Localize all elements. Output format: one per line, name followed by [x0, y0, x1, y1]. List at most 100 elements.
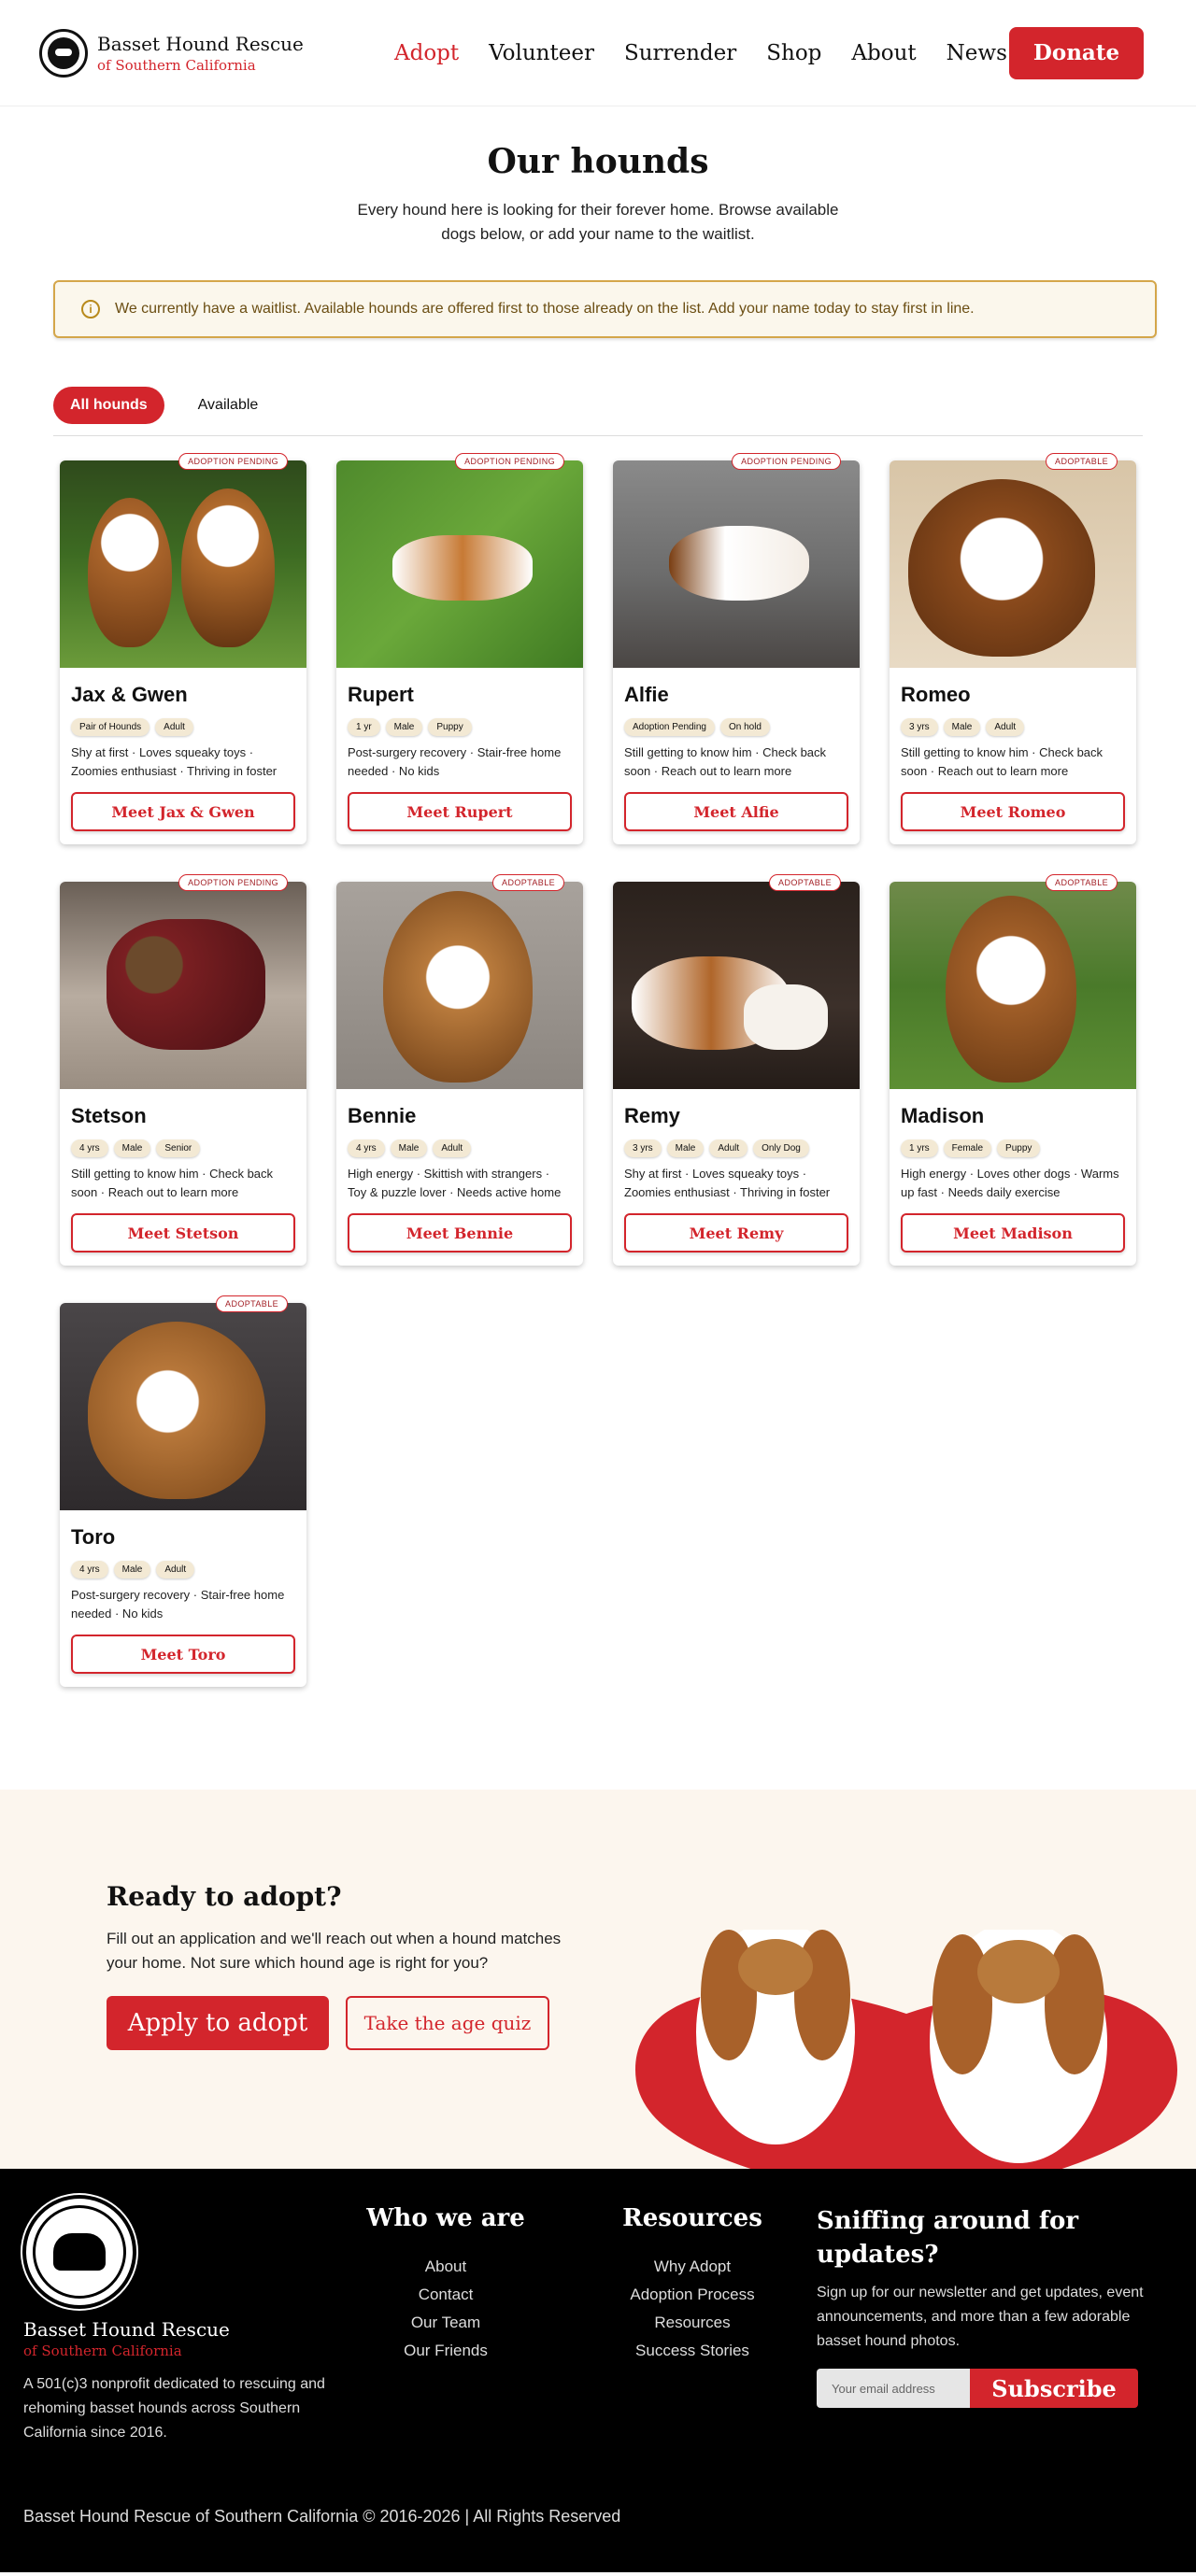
site-header: Basset Hound Rescue of Southern Californ… [0, 0, 1196, 106]
meet-hound-button[interactable]: Meet Jax & Gwen [71, 792, 295, 831]
nav-shop[interactable]: Shop [766, 41, 821, 65]
meet-hound-button[interactable]: Meet Alfie [624, 792, 848, 831]
site-footer: Basset Hound Rescue of Southern Californ… [0, 2169, 1196, 2572]
filter-tabs: All hounds Available [53, 387, 1143, 436]
hound-photo[interactable] [60, 882, 306, 1089]
intro-section: Our hounds Every hound here is looking f… [0, 106, 1196, 247]
hound-description: Post-surgery recovery · Stair-free home … [71, 1588, 285, 1621]
footer-link-resources[interactable]: Resources [613, 2309, 772, 2337]
site-logo[interactable]: Basset Hound Rescue of Southern Californ… [39, 28, 320, 78]
hound-description: Still getting to know him · Check back s… [624, 745, 827, 778]
hound-description: High energy · Skittish with strangers · … [348, 1167, 562, 1199]
meet-hound-button[interactable]: Meet Madison [901, 1213, 1125, 1253]
hound-description: Shy at first · Loves squeaky toys · Zoom… [71, 745, 278, 778]
meet-hound-button[interactable]: Meet Toro [71, 1635, 295, 1674]
nav-surrender[interactable]: Surrender [624, 41, 736, 65]
newsletter-title: Sniffing around for updates? [817, 2207, 1079, 2269]
status-badge: ADOPTION PENDING [178, 874, 288, 891]
hound-tag: Male [113, 1561, 151, 1578]
hound-card: ADOPTABLE Madison 1 yrs Female Puppy Hig… [890, 874, 1136, 1266]
hound-name: Stetson [71, 1104, 147, 1127]
footer-who-we-are: Who we are About Contact Our Team Our Fr… [366, 2204, 525, 2365]
hound-tag: 3 yrs [901, 718, 938, 736]
hound-tag: Adult [155, 718, 193, 736]
page-title: Our hounds [487, 142, 709, 181]
logo-name: Basset Hound Rescue [97, 32, 304, 55]
meet-hound-button[interactable]: Meet Romeo [901, 792, 1125, 831]
cta-text: Fill out an application and we'll reach … [107, 1930, 562, 1972]
meet-hound-button[interactable]: Meet Bennie [348, 1213, 572, 1253]
hound-tag: Male [943, 718, 981, 736]
notice-text: We currently have a waitlist. Available … [115, 301, 975, 317]
meet-hound-button[interactable]: Meet Stetson [71, 1213, 295, 1253]
hound-photo[interactable] [60, 460, 306, 668]
hound-tag: 4 yrs [71, 1561, 108, 1578]
hound-name: Remy [624, 1104, 680, 1127]
hound-photo[interactable] [60, 1303, 306, 1510]
footer-link-about[interactable]: About [366, 2253, 525, 2281]
apply-to-adopt-button[interactable]: Apply to adopt [107, 1996, 329, 2050]
donate-button[interactable]: Donate [1009, 26, 1144, 79]
hound-name: Romeo [901, 683, 971, 706]
hound-tag: 4 yrs [71, 1139, 108, 1157]
nav-adopt[interactable]: Adopt [394, 41, 459, 65]
hound-tag: Male [390, 1139, 428, 1157]
logo-seal-icon [39, 28, 88, 78]
hound-photo[interactable] [890, 882, 1136, 1089]
hound-tag: Male [385, 718, 423, 736]
footer-brand-subtitle: of Southern California [23, 2342, 182, 2359]
footer-logo-seal-icon[interactable] [22, 2195, 136, 2309]
heart-hounds-illustration [635, 1930, 1177, 2169]
meet-hound-button[interactable]: Meet Remy [624, 1213, 848, 1253]
status-badge: ADOPTABLE [1046, 453, 1118, 470]
footer-link-adoption-process[interactable]: Adoption Process [613, 2281, 772, 2309]
hound-photo[interactable] [336, 882, 583, 1089]
hound-tag: 1 yrs [901, 1139, 938, 1157]
hound-tag: On hold [719, 718, 770, 736]
hound-tag: Adult [433, 1139, 472, 1157]
footer-about-text: A 501(c)3 nonprofit dedicated to rescuin… [23, 2376, 325, 2441]
hound-photo[interactable] [890, 460, 1136, 668]
hound-tag: 3 yrs [624, 1139, 662, 1157]
hound-description: Still getting to know him · Check back s… [71, 1167, 274, 1199]
nav-about[interactable]: About [851, 41, 916, 65]
nav-volunteer[interactable]: Volunteer [489, 41, 594, 65]
footer-col-title: Resources [622, 2204, 762, 2232]
hound-tag: 4 yrs [348, 1139, 385, 1157]
footer-link-contact[interactable]: Contact [366, 2281, 525, 2309]
email-input[interactable]: Your email address [817, 2369, 970, 2408]
status-badge: ADOPTABLE [492, 874, 564, 891]
hound-tag: Pair of Hounds [71, 718, 150, 736]
hound-tag: Male [113, 1139, 151, 1157]
footer-link-our-team[interactable]: Our Team [366, 2309, 525, 2337]
hound-description: High energy · Loves other dogs · Warms u… [901, 1167, 1119, 1199]
footer-link-why-adopt[interactable]: Why Adopt [613, 2253, 772, 2281]
hound-tag: Adoption Pending [624, 718, 715, 736]
hound-photo[interactable] [336, 460, 583, 668]
hound-description: Shy at first · Loves squeaky toys · Zoom… [624, 1167, 831, 1199]
status-badge: ADOPTABLE [1046, 874, 1118, 891]
footer-link-our-friends[interactable]: Our Friends [366, 2337, 525, 2365]
filter-available[interactable]: Available [181, 387, 276, 424]
waitlist-notice: i We currently have a waitlist. Availabl… [53, 280, 1157, 338]
hound-name: Rupert [348, 683, 414, 706]
hounds-grid: ADOPTION PENDING Jax & Gwen Pair of Houn… [60, 453, 1196, 1687]
hound-tag: Adult [709, 1139, 748, 1157]
hound-tag: 1 yr [348, 718, 380, 736]
hound-photo[interactable] [613, 882, 860, 1089]
meet-hound-button[interactable]: Meet Rupert [348, 792, 572, 831]
footer-link-success-stories[interactable]: Success Stories [613, 2337, 772, 2365]
copyright-text: Basset Hound Rescue of Southern Californ… [23, 2507, 621, 2526]
filter-all-hounds[interactable]: All hounds [53, 387, 164, 424]
subscribe-button[interactable]: Subscribe [970, 2369, 1138, 2408]
age-quiz-button[interactable]: Take the age quiz [346, 1996, 549, 2050]
hound-description: Post-surgery recovery · Stair-free home … [348, 745, 562, 778]
nav-news[interactable]: News [947, 41, 1007, 65]
cta-title: Ready to adopt? [107, 1881, 342, 1912]
hound-name: Madison [901, 1104, 985, 1127]
hound-card: ADOPTABLE Bennie 4 yrs Male Adult High e… [336, 874, 583, 1266]
hound-photo[interactable] [613, 460, 860, 668]
hound-name: Bennie [348, 1104, 417, 1127]
newsletter-signup: Sniffing around for updates? Sign up for… [817, 2204, 1153, 2408]
hound-card: ADOPTION PENDING Rupert 1 yr Male Puppy … [336, 453, 583, 844]
